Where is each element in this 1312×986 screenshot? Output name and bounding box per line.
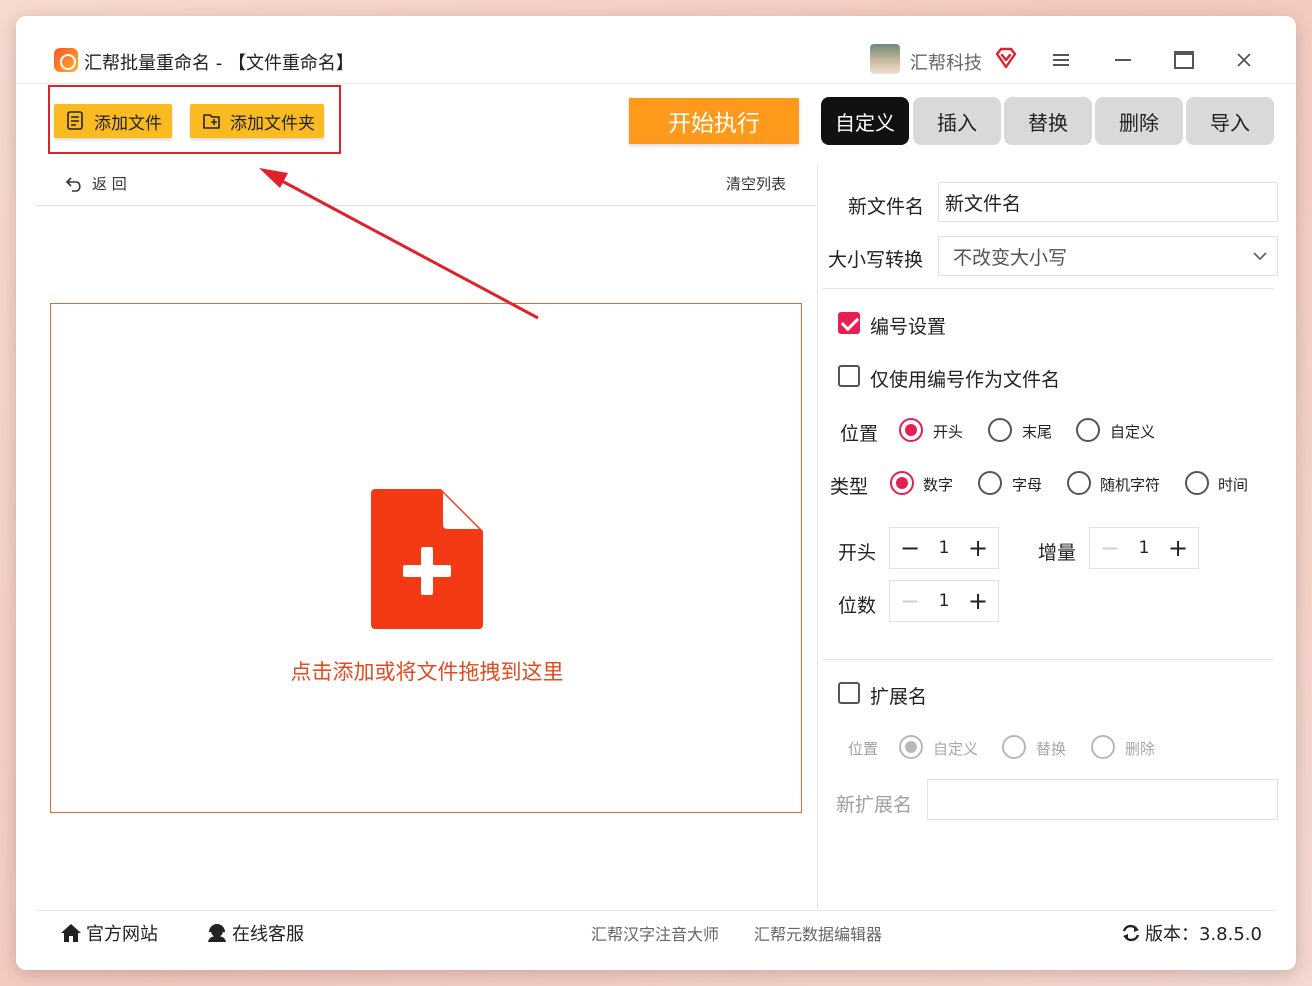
app-title: 汇帮批量重命名 - 【文件重命名】 — [84, 53, 354, 74]
digits-value[interactable]: 1 — [939, 591, 950, 611]
position-option-start: 开头 — [933, 423, 964, 441]
version-label: 版本：3.8.5.0 — [1145, 924, 1262, 945]
position-radio-start[interactable] — [899, 418, 923, 442]
position-option-end: 末尾 — [1022, 423, 1053, 441]
increment-label: 增量 — [1038, 542, 1077, 564]
ext-option-custom: 自定义 — [933, 740, 979, 758]
position-option-custom: 自定义 — [1110, 423, 1156, 441]
increment-stepper[interactable]: − 1 + — [1089, 527, 1199, 569]
add-folder-icon — [203, 114, 220, 129]
decrement-button[interactable]: − — [900, 536, 920, 560]
add-file-label: 添加文件 — [94, 113, 162, 134]
support-label: 在线客服 — [232, 924, 304, 945]
vip-diamond-icon[interactable] — [994, 46, 1018, 70]
app-logo-icon — [54, 48, 78, 72]
user-avatar[interactable] — [870, 44, 900, 74]
type-radio-letter[interactable] — [978, 471, 1002, 495]
menu-icon[interactable] — [1048, 46, 1076, 74]
start-label: 开头 — [838, 542, 877, 564]
increment-button[interactable]: + — [1168, 536, 1188, 560]
new-ext-label: 新扩展名 — [836, 794, 913, 816]
type-label: 类型 — [830, 476, 869, 498]
minimize-icon[interactable] — [1109, 46, 1137, 74]
maximize-icon[interactable] — [1170, 46, 1198, 74]
ext-radio-replace[interactable] — [1002, 735, 1026, 759]
back-arrow-icon — [66, 176, 81, 192]
footer-divider — [36, 910, 1276, 911]
new-name-input[interactable]: 新文件名 — [938, 182, 1278, 222]
type-option-letter: 字母 — [1012, 476, 1043, 494]
ext-radio-delete[interactable] — [1091, 735, 1115, 759]
extension-label: 扩展名 — [870, 686, 928, 708]
drop-hint: 点击添加或将文件拖拽到这里 — [290, 660, 564, 684]
file-drop-zone[interactable]: 点击添加或将文件拖拽到这里 — [50, 303, 802, 813]
type-radio-number[interactable] — [890, 471, 914, 495]
digits-label: 位数 — [838, 595, 877, 617]
company-name[interactable]: 汇帮科技 — [910, 49, 982, 75]
type-option-random: 随机字符 — [1100, 476, 1161, 494]
back-label: 返 回 — [92, 175, 127, 193]
start-value[interactable]: 1 — [939, 538, 950, 558]
metadata-editor-link[interactable]: 汇帮元数据编辑器 — [754, 921, 882, 945]
add-file-icon — [67, 111, 83, 130]
version-info[interactable]: 版本：3.8.5.0 — [1121, 920, 1262, 946]
back-button[interactable]: 返 回 — [66, 173, 127, 194]
title-bar: 汇帮批量重命名 - 【文件重命名】 汇帮科技 — [16, 16, 1296, 84]
type-option-time: 时间 — [1218, 476, 1249, 494]
type-radio-time[interactable] — [1185, 471, 1209, 495]
digits-stepper[interactable]: − 1 + — [889, 580, 999, 622]
divider — [822, 288, 1274, 289]
add-file-large-icon — [371, 489, 483, 629]
new-ext-input[interactable] — [927, 779, 1278, 820]
pinyin-master-link[interactable]: 汇帮汉字注音大师 — [591, 921, 719, 945]
refresh-icon — [1122, 924, 1140, 942]
ext-position-label: 位置 — [848, 740, 879, 758]
position-radio-custom[interactable] — [1076, 418, 1100, 442]
ext-option-delete: 删除 — [1125, 740, 1156, 758]
position-radio-end[interactable] — [988, 418, 1012, 442]
divider — [822, 659, 1274, 660]
support-headset-icon — [208, 924, 226, 942]
position-label: 位置 — [840, 423, 879, 445]
add-file-button[interactable]: 添加文件 — [54, 104, 172, 138]
tab-import[interactable]: 导入 — [1186, 97, 1274, 145]
website-label: 官方网站 — [86, 924, 158, 945]
app-window: 汇帮批量重命名 - 【文件重命名】 汇帮科技 添加文件 添加文件夹 开始执行 自… — [16, 16, 1296, 970]
tab-delete[interactable]: 删除 — [1095, 97, 1183, 145]
decrement-button[interactable]: − — [1100, 536, 1120, 560]
close-icon[interactable] — [1230, 46, 1258, 74]
type-option-number: 数字 — [923, 476, 954, 494]
case-select[interactable]: 不改变大小写 — [938, 236, 1278, 276]
tab-insert[interactable]: 插入 — [913, 97, 1001, 145]
increment-button[interactable]: + — [968, 589, 988, 613]
numbering-checkbox[interactable] — [838, 312, 860, 334]
chevron-down-icon — [1253, 251, 1267, 260]
ext-radio-custom[interactable] — [899, 735, 923, 759]
increment-button[interactable]: + — [968, 536, 988, 560]
clear-list-button[interactable]: 清空列表 — [726, 173, 786, 194]
start-button[interactable]: 开始执行 — [629, 98, 799, 144]
home-icon — [61, 924, 81, 942]
support-link[interactable]: 在线客服 — [206, 920, 304, 946]
case-label: 大小写转换 — [828, 249, 924, 271]
ext-option-replace: 替换 — [1036, 740, 1067, 758]
only-number-label: 仅使用编号作为文件名 — [870, 369, 1061, 391]
new-name-value: 新文件名 — [945, 192, 1022, 215]
type-radio-random[interactable] — [1067, 471, 1091, 495]
case-value: 不改变大小写 — [953, 246, 1068, 269]
add-folder-label: 添加文件夹 — [230, 113, 315, 134]
extension-checkbox[interactable] — [838, 682, 860, 704]
increment-value[interactable]: 1 — [1139, 538, 1150, 558]
decrement-button[interactable]: − — [900, 589, 920, 613]
numbering-label: 编号设置 — [870, 316, 947, 338]
add-folder-button[interactable]: 添加文件夹 — [190, 104, 324, 138]
start-stepper[interactable]: − 1 + — [889, 527, 999, 569]
tab-custom[interactable]: 自定义 — [821, 97, 909, 145]
panel-divider — [817, 164, 818, 910]
only-number-checkbox[interactable] — [838, 365, 860, 387]
website-link[interactable]: 官方网站 — [60, 920, 158, 946]
tab-replace[interactable]: 替换 — [1004, 97, 1092, 145]
divider — [36, 205, 816, 206]
new-name-label: 新文件名 — [848, 196, 925, 218]
